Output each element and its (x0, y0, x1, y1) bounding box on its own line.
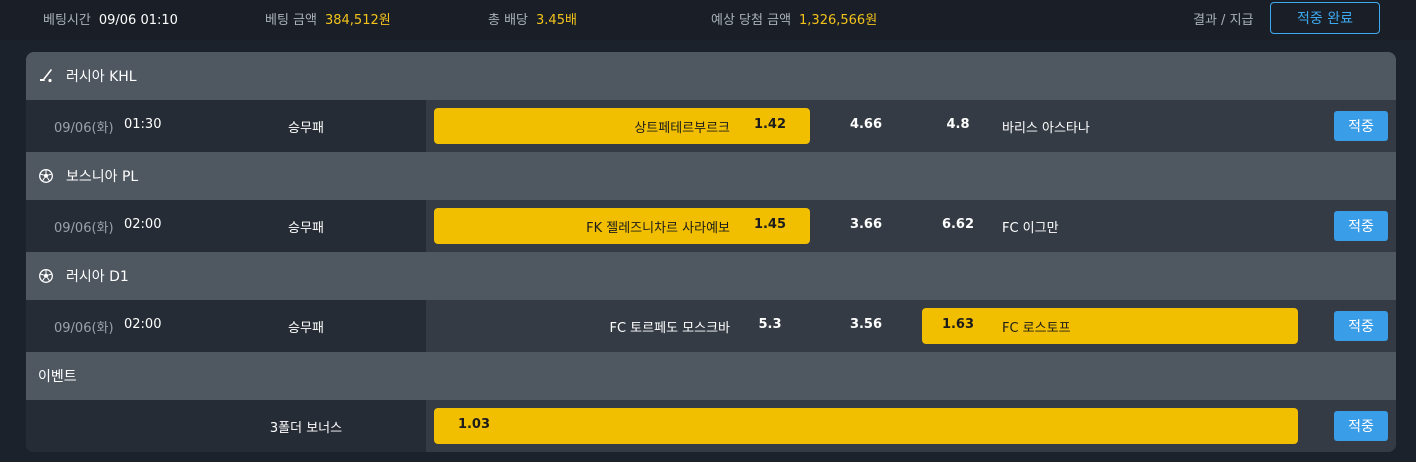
away-team: 바리스 아스타나 (1002, 121, 1090, 136)
soccer-ball-icon (39, 269, 53, 283)
home-odds-cell: 상트페테르부르크 1.42 (434, 108, 810, 144)
draw-odds: 3.56 (849, 317, 883, 332)
match-row: 09/06(화) 01:30 승무패 상트페테르부르크 1.42 4.66 4.… (26, 100, 1396, 152)
event-info: 3폴더 보너스 (26, 400, 426, 452)
match-info: 09/06(화) 01:30 승무패 (26, 100, 426, 152)
match-info: 09/06(화) 02:00 승무패 (26, 200, 426, 252)
hockey-icon (40, 69, 52, 83)
bet-type: 승무패 (288, 221, 324, 236)
home-odds-cell: FC 토르페도 모스크바 5.3 (434, 308, 810, 344)
bet-time-value: 09/06 01:10 (98, 13, 178, 28)
bet-slip-panel: 러시아 KHL 09/06(화) 01:30 승무패 상트페테르부르크 1.42… (26, 52, 1396, 452)
league-name: 보스니아 PL (66, 169, 139, 185)
league-header: 러시아 KHL (26, 52, 1396, 100)
event-header: 이벤트 (26, 352, 1396, 400)
total-odds-value: 3.45배 (536, 13, 577, 28)
match-time: 02:00 (124, 317, 162, 332)
bet-type: 승무패 (288, 121, 324, 136)
home-team: FC 토르페도 모스크바 (609, 321, 731, 336)
hit-result-button[interactable]: 적중 (1334, 311, 1388, 341)
expected-win: 예상 당첨 금액 1,326,566원 (711, 9, 877, 28)
away-team: FC 이그만 (1002, 221, 1059, 236)
away-odds-cell: 6.62 FC 이그만 (922, 208, 1298, 244)
bet-time: 베팅시간 09/06 01:10 (43, 9, 178, 28)
event-row: 3폴더 보너스 1.03 적중 (26, 400, 1396, 452)
home-team: 상트페테르부르크 (634, 121, 730, 136)
status-button[interactable]: 적중 완료 (1270, 2, 1380, 34)
bet-amount-value: 384,512원 (324, 13, 391, 28)
match-row: 09/06(화) 02:00 승무패 FK 젤레즈니차르 사라예보 1.45 3… (26, 200, 1396, 252)
match-date: 09/06(화) (54, 321, 114, 336)
hit-result-button[interactable]: 적중 (1334, 111, 1388, 141)
match-row: 09/06(화) 02:00 승무패 FC 토르페도 모스크바 5.3 3.56… (26, 300, 1396, 352)
total-odds: 총 배당 3.45배 (488, 9, 577, 28)
home-odds-cell: FK 젤레즈니차르 사라예보 1.45 (434, 208, 810, 244)
league-name: 러시아 KHL (66, 69, 137, 85)
away-team: FC 로스토프 (1002, 321, 1071, 336)
result-label: 결과 / 지급 (1193, 13, 1254, 28)
away-odds-cell: 1.63 FC 로스토프 (922, 308, 1298, 344)
draw-odds: 4.66 (849, 117, 883, 132)
bet-type: 승무패 (288, 321, 324, 336)
hit-result-button[interactable]: 적중 (1334, 211, 1388, 241)
away-odds: 1.63 (941, 317, 975, 332)
league-name: 러시아 D1 (66, 269, 129, 285)
league-header: 보스니아 PL (26, 152, 1396, 200)
home-team: FK 젤레즈니차르 사라예보 (586, 221, 730, 236)
event-odds-cell: 1.03 (434, 408, 1298, 444)
match-info: 09/06(화) 02:00 승무패 (26, 300, 426, 352)
draw-odds: 3.66 (849, 217, 883, 232)
match-time: 02:00 (124, 217, 162, 232)
event-odds: 1.03 (457, 417, 491, 432)
match-time: 01:30 (124, 117, 162, 132)
bet-amount-label: 베팅 금액 (265, 13, 317, 28)
home-odds: 1.42 (753, 117, 787, 132)
away-odds: 4.8 (946, 117, 970, 132)
home-odds: 1.45 (753, 217, 787, 232)
home-odds: 5.3 (758, 317, 782, 332)
hit-result-button[interactable]: 적중 (1334, 411, 1388, 441)
expected-win-label: 예상 당첨 금액 (711, 13, 792, 28)
event-title: 이벤트 (38, 369, 77, 385)
away-odds-cell: 4.8 바리스 아스타나 (922, 108, 1298, 144)
match-date: 09/06(화) (54, 121, 114, 136)
league-header: 러시아 D1 (26, 252, 1396, 300)
total-odds-label: 총 배당 (488, 13, 529, 28)
bet-time-label: 베팅시간 (43, 13, 91, 28)
bet-amount: 베팅 금액 384,512원 (265, 9, 391, 28)
bet-summary-bar: 베팅시간 09/06 01:10 베팅 금액 384,512원 총 배당 3.45배 … (0, 0, 1416, 40)
match-date: 09/06(화) (54, 221, 114, 236)
expected-win-value: 1,326,566원 (799, 13, 878, 28)
event-label: 3폴더 보너스 (269, 421, 343, 436)
away-odds: 6.62 (941, 217, 975, 232)
soccer-ball-icon (39, 169, 53, 183)
